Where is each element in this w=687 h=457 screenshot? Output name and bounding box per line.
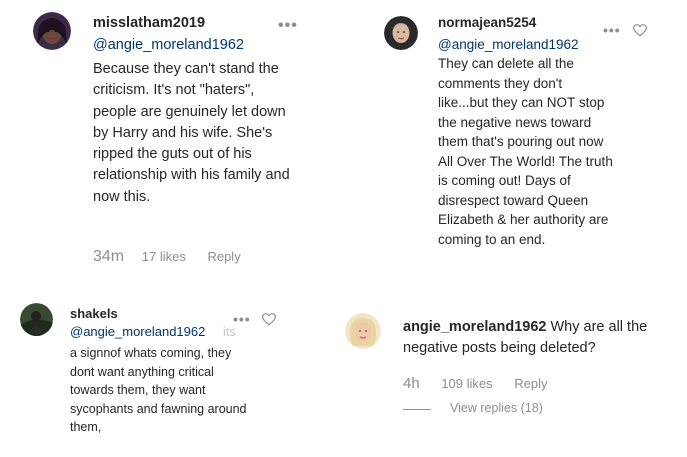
- username[interactable]: shakels: [70, 306, 118, 321]
- likes-count[interactable]: 109 likes: [441, 376, 492, 391]
- more-options-icon[interactable]: •••: [603, 22, 621, 38]
- comment-meta: 4h 109 likes Reply: [403, 375, 548, 392]
- username[interactable]: angie_moreland1962: [403, 319, 546, 335]
- comment-text: They can delete all the comments they do…: [438, 56, 613, 247]
- avatar[interactable]: [345, 313, 381, 349]
- mention-link[interactable]: @angie_moreland1962: [70, 324, 205, 339]
- replies-divider: [403, 409, 431, 410]
- mention-link[interactable]: @angie_moreland1962: [438, 37, 579, 52]
- heart-outline-icon[interactable]: [633, 24, 647, 37]
- mention-link[interactable]: @angie_moreland1962: [93, 37, 244, 53]
- comment-text: angie_moreland1962 Why are all the negat…: [403, 317, 668, 359]
- reply-button[interactable]: Reply: [514, 376, 547, 391]
- avatar[interactable]: [384, 16, 418, 50]
- more-options-icon[interactable]: •••: [278, 17, 298, 35]
- timestamp: 34m: [93, 248, 125, 265]
- username[interactable]: normajean5254: [438, 15, 536, 30]
- more-options-icon[interactable]: •••: [233, 311, 251, 327]
- timestamp: 4h: [403, 375, 420, 392]
- username[interactable]: misslatham2019: [93, 15, 205, 31]
- likes-count[interactable]: 17 likes: [142, 249, 186, 264]
- comment-text: a signnof whats coming, they dont want a…: [70, 346, 247, 434]
- avatar[interactable]: [33, 12, 71, 50]
- truncated-text: its: [223, 325, 236, 339]
- comment-text: Because they can't stand the criticism. …: [93, 61, 290, 205]
- reply-button[interactable]: Reply: [207, 249, 240, 264]
- comment-meta: 34m 17 likes Reply: [93, 248, 241, 266]
- avatar[interactable]: [20, 303, 53, 336]
- heart-outline-icon[interactable]: [262, 313, 276, 326]
- view-replies-button[interactable]: View replies (18): [450, 401, 543, 415]
